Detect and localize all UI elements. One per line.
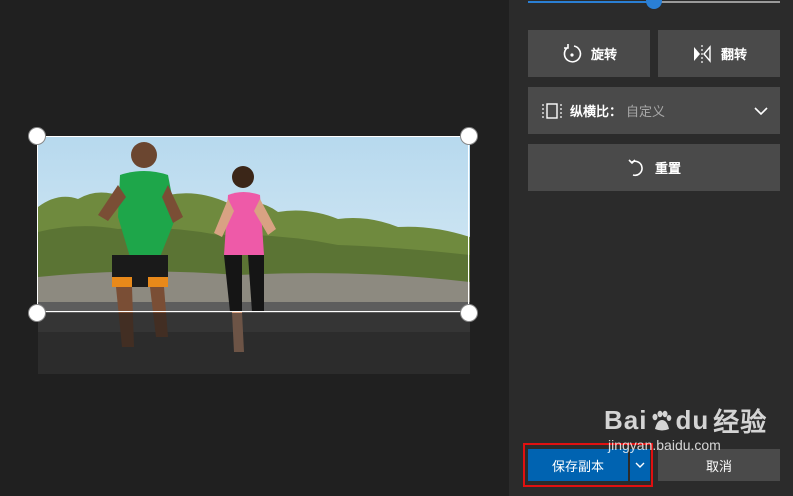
crop-handle-bottom-left[interactable]: [28, 304, 46, 322]
paw-icon: [652, 410, 672, 430]
edit-panel: 旋转 翻转 纵横比： 自定义 重置 保存副本 取消 Bai du 经验 jing…: [509, 0, 793, 496]
reset-label: 重置: [654, 162, 681, 177]
watermark-cn: 经验: [713, 407, 768, 437]
chevron-down-icon: [635, 462, 645, 468]
crop-handle-top-right[interactable]: [460, 127, 478, 145]
rotate-icon: [563, 43, 582, 63]
watermark-du: du: [675, 405, 710, 435]
cancel-button[interactable]: 取消: [658, 449, 780, 481]
straighten-slider[interactable]: [528, 0, 780, 9]
save-copy-button[interactable]: 保存副本: [528, 449, 628, 481]
flip-icon: [693, 44, 711, 63]
aspect-ratio-dropdown[interactable]: 纵横比： 自定义: [528, 87, 780, 134]
flip-button[interactable]: 翻转: [658, 30, 780, 77]
aspect-ratio-value: 自定义: [626, 105, 666, 120]
crop-frame[interactable]: [37, 136, 469, 312]
baidu-watermark: Bai du 经验 jingyan.baidu.com: [604, 402, 767, 453]
chevron-down-icon: [754, 106, 768, 115]
rotate-label: 旋转: [590, 48, 617, 63]
watermark-main: Bai du 经验: [604, 402, 767, 439]
reset-button[interactable]: 重置: [528, 144, 780, 191]
image-canvas: [0, 0, 509, 496]
aspect-ratio-icon: [542, 102, 562, 119]
rotate-button[interactable]: 旋转: [528, 30, 650, 77]
aspect-ratio-label: 纵横比：: [570, 105, 623, 120]
slider-thumb[interactable]: [646, 0, 662, 9]
slider-fill: [528, 1, 654, 3]
save-copy-label: 保存副本: [551, 459, 604, 475]
watermark-bai: Bai: [604, 405, 648, 435]
crop-handle-top-left[interactable]: [28, 127, 46, 145]
flip-label: 翻转: [720, 48, 747, 63]
photo-editor-crop: 旋转 翻转 纵横比： 自定义 重置 保存副本 取消 Bai du 经验 jing…: [0, 0, 793, 496]
crop-handle-bottom-right[interactable]: [460, 304, 478, 322]
save-options-button[interactable]: [630, 449, 650, 481]
cancel-label: 取消: [705, 459, 732, 475]
undo-icon: [628, 158, 643, 176]
crop-excluded-area: [38, 313, 470, 374]
